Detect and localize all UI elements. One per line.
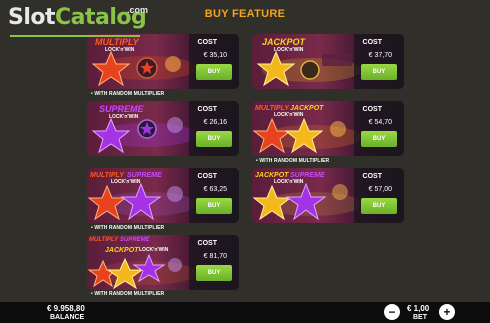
lockwin-logo: LOCK'n'WIN — [109, 114, 139, 120]
jackpot-logo: JACKPOT — [105, 247, 139, 254]
lockwin-logo: LOCK'n'WIN — [105, 47, 135, 53]
purchase-panel: COST € 81,70 BUY — [189, 235, 239, 290]
cost-label: COST — [197, 39, 217, 46]
cost-label: COST — [362, 173, 382, 180]
lockwin-logo: LOCK'n'WIN — [274, 112, 304, 118]
price-value: € 35,10 — [203, 52, 227, 59]
purchase-panel: COST € 57,00 BUY — [354, 168, 404, 223]
price-value: € 26,16 — [203, 119, 227, 126]
cost-label: COST — [362, 39, 382, 46]
jackpot-logo: JACKPOT — [262, 37, 306, 47]
purchase-panel: COST € 54,70 BUY — [354, 101, 404, 156]
bet-label: BET — [413, 314, 427, 321]
buy-button[interactable]: BUY — [196, 131, 232, 147]
feature-card-multiply-supreme: MULTIPLY SUPREME LOCK'n'WIN COST € 63,25… — [87, 168, 239, 223]
feature-card-jackpot: JACKPOT LOCK'n'WIN COST € 37,70 BUY — [252, 34, 404, 89]
feature-card-supreme: SUPREME LOCK'n'WIN COST € 26,16 BUY — [87, 101, 239, 156]
bet-increase-button[interactable]: + — [439, 304, 455, 320]
buy-button[interactable]: BUY — [196, 64, 232, 80]
price-value: € 81,70 — [203, 253, 227, 260]
lockwin-logo: LOCK'n'WIN — [139, 247, 169, 253]
buy-button[interactable]: BUY — [196, 265, 232, 281]
buy-button[interactable]: BUY — [361, 198, 397, 214]
price-value: € 57,00 — [368, 186, 392, 193]
random-multiplier-note: • WITH RANDOM MULTIPLIER — [91, 225, 165, 231]
price-value: € 54,70 — [368, 119, 392, 126]
purchase-panel: COST € 37,70 BUY — [354, 34, 404, 89]
bet-value: € 1,00 — [407, 304, 430, 313]
buy-button[interactable]: BUY — [361, 64, 397, 80]
multiply-logo: MULTIPLY — [89, 237, 119, 243]
random-multiplier-note: • WITH RANDOM MULTIPLIER — [256, 158, 330, 164]
lockwin-logo: LOCK'n'WIN — [274, 179, 304, 185]
random-multiplier-note: • WITH RANDOM MULTIPLIER — [91, 91, 165, 97]
feature-card-multiply-supreme-jackpot: MULTIPLY SUPREME JACKPOT LOCK'n'WIN COST… — [87, 235, 239, 290]
buy-feature-screen: SlotCatalog .com BUY FEATURE MULTIPLY LO… — [0, 0, 490, 323]
watermark-com-text: .com — [127, 5, 149, 15]
bet-decrease-button[interactable]: − — [384, 304, 400, 320]
supreme-logo: SUPREME — [120, 237, 150, 243]
purchase-panel: COST € 63,25 BUY — [189, 168, 239, 223]
feature-card-jackpot-supreme: JACKPOT SUPREME LOCK'n'WIN COST € 57,00 … — [252, 168, 404, 223]
watermark-slot-text: Slot — [8, 5, 56, 30]
lockwin-logo: LOCK'n'WIN — [111, 179, 141, 185]
random-multiplier-note: • WITH RANDOM MULTIPLIER — [91, 291, 165, 297]
price-value: € 37,70 — [368, 52, 392, 59]
lockwin-logo: LOCK'n'WIN — [274, 47, 304, 53]
slotcatalog-watermark: SlotCatalog .com — [8, 5, 149, 39]
footer-bar: € 9.958,80 BALANCE − € 1,00 BET + — [0, 302, 490, 323]
supreme-logo: SUPREME — [99, 104, 144, 114]
price-value: € 63,25 — [203, 186, 227, 193]
purchase-panel: COST € 26,16 BUY — [189, 101, 239, 156]
cost-label: COST — [197, 240, 217, 247]
balance-value: € 9.958,80 — [47, 304, 85, 313]
multiply-logo: MULTIPLY — [95, 37, 139, 47]
multiply-supreme-jackpot-star-art — [87, 253, 195, 290]
cost-label: COST — [362, 106, 382, 113]
cost-label: COST — [197, 106, 217, 113]
watermark-underline — [10, 35, 140, 37]
feature-card-multiply: MULTIPLY LOCK'n'WIN COST € 35,10 BUY — [87, 34, 239, 89]
feature-card-multiply-jackpot: MULTIPLY JACKPOT LOCK'n'WIN COST € 54,70… — [252, 101, 404, 156]
cost-label: COST — [197, 173, 217, 180]
buy-button[interactable]: BUY — [196, 198, 232, 214]
buy-button[interactable]: BUY — [361, 131, 397, 147]
purchase-panel: COST € 35,10 BUY — [189, 34, 239, 89]
balance-label: BALANCE — [50, 314, 85, 321]
